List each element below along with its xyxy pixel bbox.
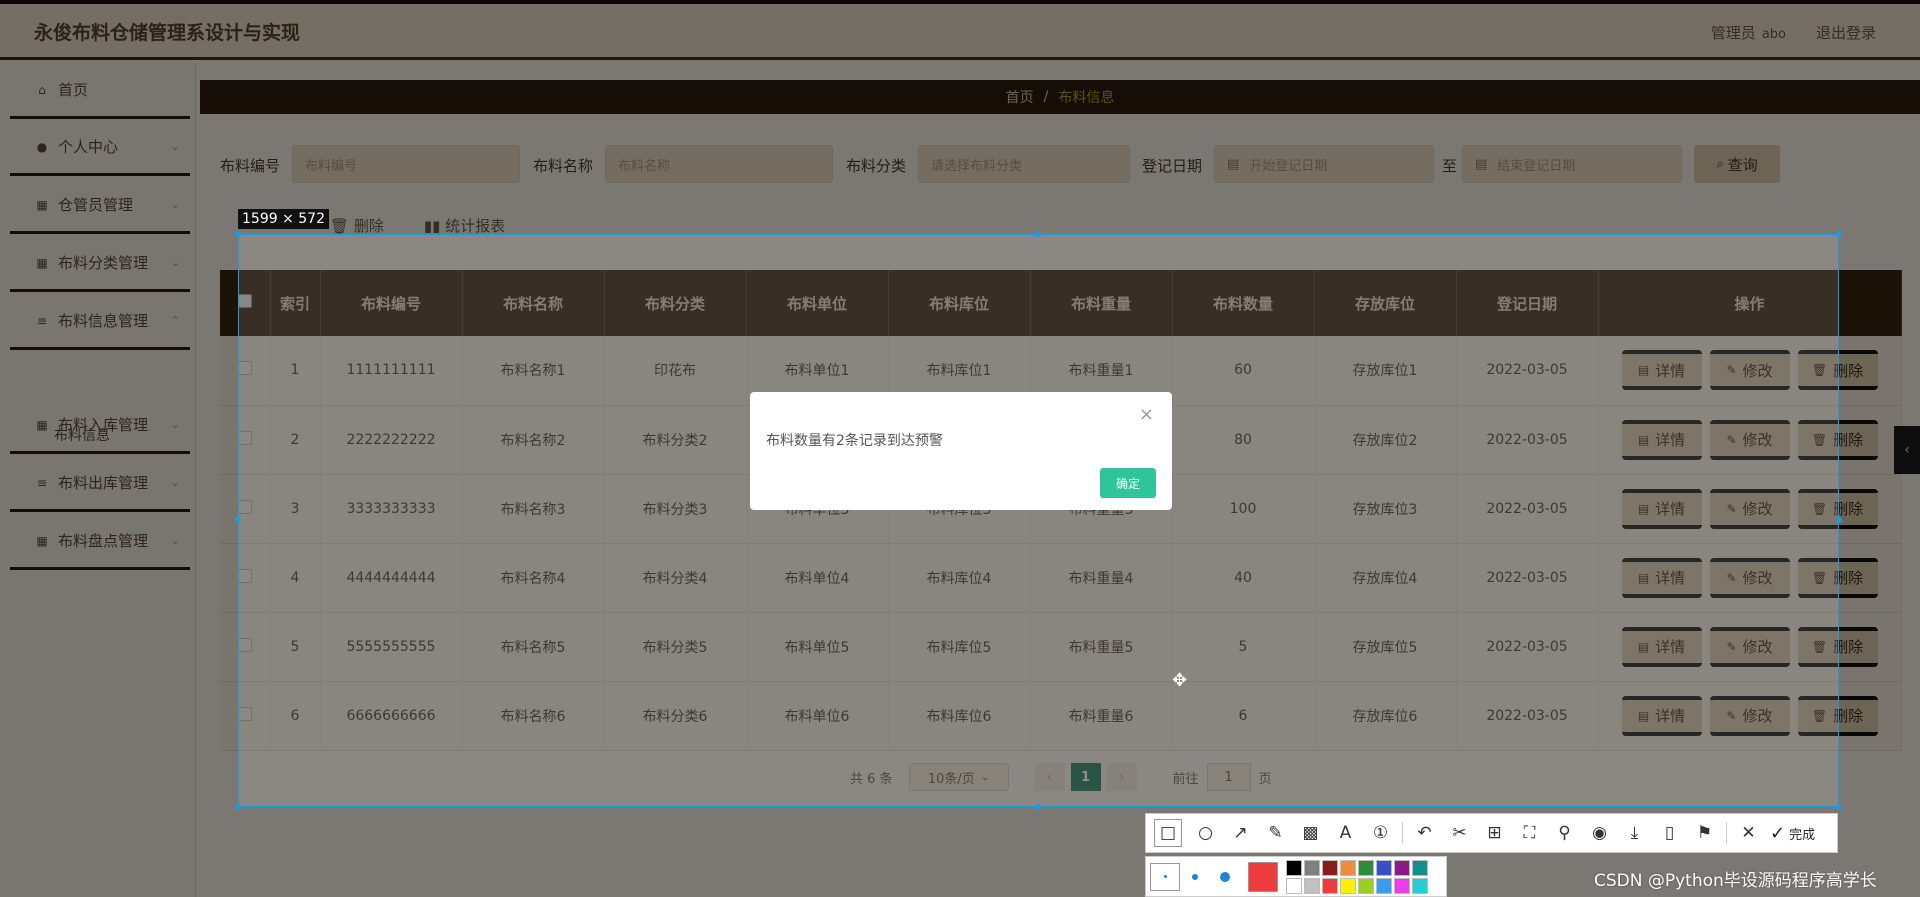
color-swatch[interactable] <box>1340 859 1356 876</box>
scan-icon[interactable]: ⛶ <box>1512 819 1547 847</box>
toolbar-divider <box>1726 822 1727 844</box>
toolbar-divider <box>1402 822 1403 844</box>
warning-dialog: × 布料数量有2条记录到达预警 确定 <box>750 392 1172 510</box>
check-icon: ✓ <box>1770 822 1786 844</box>
pen-tool-icon[interactable]: ✎ <box>1258 819 1293 847</box>
selection-handle[interactable] <box>1035 231 1041 237</box>
dialog-message: 布料数量有2条记录到达预警 <box>766 433 943 449</box>
color-swatch[interactable] <box>1394 877 1410 894</box>
color-swatch[interactable] <box>1322 859 1338 876</box>
color-swatches <box>1286 859 1428 894</box>
screenshot-selection[interactable] <box>235 231 1842 810</box>
color-swatch[interactable] <box>1412 877 1428 894</box>
color-swatch[interactable] <box>1412 859 1428 876</box>
mosaic-tool-icon[interactable]: ▩ <box>1293 819 1328 847</box>
ellipse-tool-icon[interactable]: ○ <box>1188 819 1223 847</box>
color-swatch[interactable] <box>1394 859 1410 876</box>
record-icon[interactable]: ◉ <box>1582 819 1617 847</box>
color-swatch[interactable] <box>1376 859 1392 876</box>
phone-icon[interactable]: ▯ <box>1652 819 1687 847</box>
cancel-icon[interactable]: ✕ <box>1731 819 1766 847</box>
selection-handle[interactable] <box>235 804 241 810</box>
bookmark-icon[interactable]: ⚑ <box>1687 819 1722 847</box>
current-color-swatch[interactable] <box>1248 861 1278 892</box>
download-icon[interactable]: ⤓ <box>1617 819 1652 847</box>
selection-handle[interactable] <box>1836 231 1842 237</box>
color-swatch[interactable] <box>1286 877 1302 894</box>
selection-size-label: 1599 × 572 <box>238 209 329 229</box>
selection-handle[interactable] <box>1836 517 1842 523</box>
pin-icon[interactable]: ⚲ <box>1547 819 1582 847</box>
color-palette <box>1145 856 1447 897</box>
number-tool-icon[interactable]: ① <box>1363 819 1398 847</box>
selection-handle[interactable] <box>1035 804 1041 810</box>
undo-icon[interactable]: ↶ <box>1407 819 1442 847</box>
color-swatch[interactable] <box>1376 877 1392 894</box>
rectangle-tool-icon[interactable]: □ <box>1154 819 1182 847</box>
brush-size-small[interactable] <box>1150 862 1180 891</box>
ocr-icon[interactable]: ⊞ <box>1477 819 1512 847</box>
selection-handle[interactable] <box>235 231 241 237</box>
color-swatch[interactable] <box>1340 877 1356 894</box>
done-label: 完成 <box>1789 827 1816 843</box>
move-cursor-icon: ✥ <box>1172 670 1188 691</box>
brush-size-medium[interactable] <box>1180 863 1210 891</box>
color-swatch[interactable] <box>1322 877 1338 894</box>
watermark: CSDN @Python毕设源码程序高学长 <box>1594 871 1877 891</box>
color-swatch[interactable] <box>1304 859 1320 876</box>
color-swatch[interactable] <box>1358 877 1374 894</box>
screenshot-toolbar: □ ○ ↗ ✎ ▩ A ① ↶ ✂ ⊞ ⛶ ⚲ ◉ ⤓ ▯ ⚑ ✕ ✓ 完成 <box>1145 813 1838 853</box>
color-swatch[interactable] <box>1304 877 1320 894</box>
crop-icon[interactable]: ✂ <box>1442 819 1477 847</box>
dialog-ok-button[interactable]: 确定 <box>1100 468 1156 498</box>
close-icon[interactable]: × <box>1139 404 1154 425</box>
brush-size-large[interactable] <box>1210 863 1240 891</box>
selection-handle[interactable] <box>235 517 241 523</box>
text-tool-icon[interactable]: A <box>1328 819 1363 847</box>
selection-handle[interactable] <box>1836 804 1842 810</box>
done-button[interactable]: ✓ 完成 <box>1770 823 1815 844</box>
arrow-tool-icon[interactable]: ↗ <box>1223 819 1258 847</box>
color-swatch[interactable] <box>1358 859 1374 876</box>
color-swatch[interactable] <box>1286 859 1302 876</box>
